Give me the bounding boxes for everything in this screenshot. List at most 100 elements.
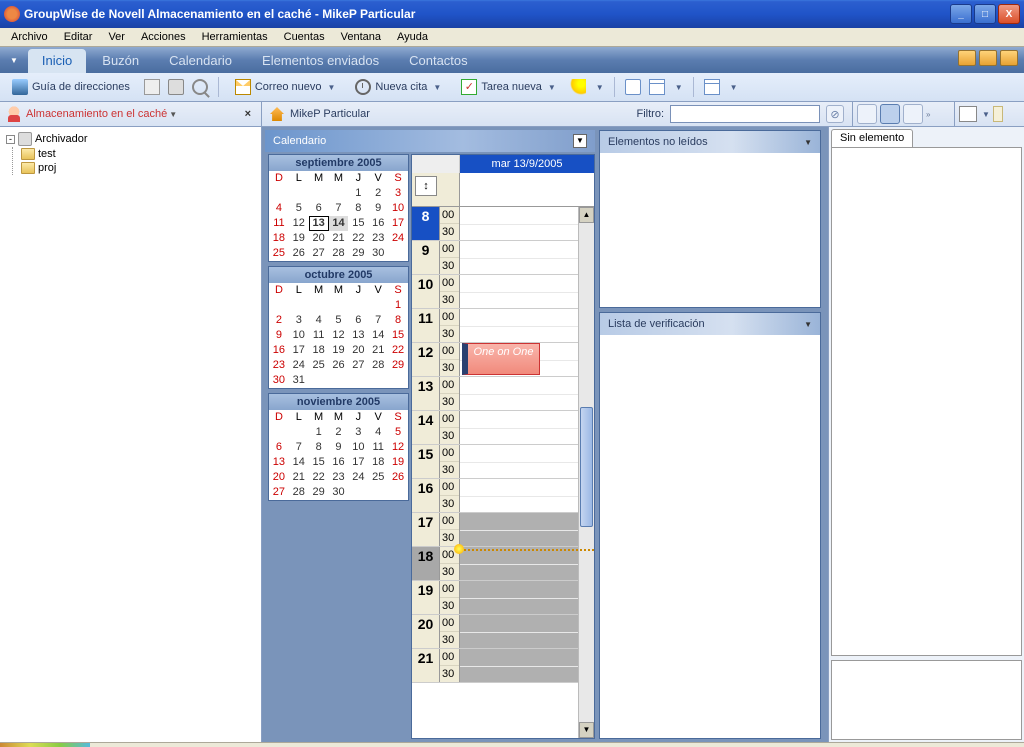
- day-cell[interactable]: 25: [368, 470, 388, 485]
- day-cell[interactable]: 3: [348, 425, 368, 440]
- hour-slot[interactable]: [460, 309, 594, 342]
- chevron-down-icon[interactable]: ▼: [328, 83, 336, 92]
- day-cell[interactable]: 10: [348, 440, 368, 455]
- menu-ayuda[interactable]: Ayuda: [390, 29, 435, 45]
- menu-cuentas[interactable]: Cuentas: [277, 29, 332, 45]
- day-cell[interactable]: 4: [309, 313, 329, 328]
- day-cell[interactable]: 10: [388, 201, 408, 216]
- day-cell[interactable]: 19: [289, 231, 309, 246]
- day-cell[interactable]: 9: [269, 328, 289, 343]
- day-cell[interactable]: 3: [388, 186, 408, 201]
- preview-tab[interactable]: Sin elemento: [831, 129, 913, 147]
- unread-panel-header[interactable]: Elementos no leídos ▼: [600, 131, 820, 153]
- addressbook-button[interactable]: Guía de direcciones: [6, 76, 136, 98]
- tree-root[interactable]: - Archivador: [4, 131, 257, 147]
- menu-ver[interactable]: Ver: [101, 29, 132, 45]
- day-cell[interactable]: 16: [368, 216, 388, 231]
- day-cell[interactable]: 26: [388, 470, 408, 485]
- view-icon-3[interactable]: [1000, 50, 1018, 66]
- day-cell[interactable]: 3: [289, 313, 309, 328]
- tool-3[interactable]: [903, 104, 923, 124]
- calendar-dropdown[interactable]: ▼: [573, 134, 587, 148]
- day-cell[interactable]: 24: [388, 231, 408, 246]
- day-cell[interactable]: 17: [388, 216, 408, 231]
- day-cell[interactable]: 21: [329, 231, 349, 246]
- chevron-down-icon[interactable]: ▼: [982, 110, 990, 119]
- appointment[interactable]: One on One: [462, 343, 540, 375]
- hour-slot[interactable]: [460, 581, 594, 614]
- day-cell[interactable]: 22: [388, 343, 408, 358]
- day-cell[interactable]: 17: [348, 455, 368, 470]
- day-cell[interactable]: 5: [329, 313, 349, 328]
- day-cell[interactable]: 25: [309, 358, 329, 373]
- day-cell[interactable]: 30: [269, 373, 289, 388]
- day-cell[interactable]: 8: [388, 313, 408, 328]
- day-cell[interactable]: 23: [368, 231, 388, 246]
- hour-slot[interactable]: [460, 241, 594, 274]
- tab-buzon[interactable]: Buzón: [88, 49, 153, 73]
- day-cell[interactable]: 28: [289, 485, 309, 500]
- day-cell[interactable]: 1: [309, 425, 329, 440]
- hour-slot[interactable]: [460, 615, 594, 648]
- chevron-down-icon[interactable]: ▼: [804, 138, 812, 147]
- time-grid[interactable]: 8003090030100030110030120030130030140030…: [412, 207, 594, 738]
- new-mail-button[interactable]: Correo nuevo ▼: [229, 76, 342, 98]
- day-cell[interactable]: 7: [329, 201, 349, 216]
- hour-slot[interactable]: [460, 207, 594, 240]
- menu-archivo[interactable]: Archivo: [4, 29, 55, 45]
- chevron-down-icon[interactable]: ▼: [675, 83, 683, 92]
- menu-herramientas[interactable]: Herramientas: [195, 29, 275, 45]
- day-cell[interactable]: 7: [368, 313, 388, 328]
- day-cell[interactable]: 20: [309, 231, 329, 246]
- day-cell[interactable]: 9: [368, 201, 388, 216]
- day-cell[interactable]: 16: [269, 343, 289, 358]
- nav-dropdown-icon[interactable]: ▼: [10, 56, 18, 65]
- hour-slot[interactable]: [460, 649, 594, 682]
- card-icon[interactable]: [144, 79, 160, 95]
- day-cell[interactable]: 13: [309, 216, 329, 231]
- tab-inicio[interactable]: Inicio: [28, 49, 86, 73]
- scroll-up-icon[interactable]: ▲: [579, 207, 594, 223]
- day-cell[interactable]: 13: [269, 455, 289, 470]
- mode-selector[interactable]: Almacenamiento en el caché ▼ ×: [0, 102, 262, 127]
- day-cell[interactable]: 5: [388, 425, 408, 440]
- day-cell[interactable]: 18: [309, 343, 329, 358]
- hour-slot[interactable]: [460, 377, 594, 410]
- day-cell[interactable]: 8: [348, 201, 368, 216]
- day-cell[interactable]: 11: [368, 440, 388, 455]
- menu-editar[interactable]: Editar: [57, 29, 100, 45]
- day-cell[interactable]: 23: [329, 470, 349, 485]
- day-cell[interactable]: 20: [348, 343, 368, 358]
- filter-input[interactable]: [670, 105, 820, 123]
- day-cell[interactable]: 6: [348, 313, 368, 328]
- day-cell[interactable]: 15: [309, 455, 329, 470]
- day-cell[interactable]: 30: [368, 246, 388, 261]
- day-cell[interactable]: 8: [309, 440, 329, 455]
- day-cell[interactable]: 1: [388, 298, 408, 313]
- day-cell[interactable]: 5: [289, 201, 309, 216]
- chevron-down-icon[interactable]: ▼: [433, 83, 441, 92]
- view-icon-2[interactable]: [979, 50, 997, 66]
- day-cell[interactable]: 29: [388, 358, 408, 373]
- close-button[interactable]: X: [998, 4, 1020, 24]
- tree-item-test[interactable]: test: [19, 147, 257, 161]
- day-cell[interactable]: 2: [329, 425, 349, 440]
- tool-2[interactable]: [880, 104, 900, 124]
- checklist-panel-header[interactable]: Lista de verificación ▼: [600, 313, 820, 335]
- day-cell[interactable]: 17: [289, 343, 309, 358]
- day-cell[interactable]: 21: [289, 470, 309, 485]
- day-cell[interactable]: 30: [329, 485, 349, 500]
- collapse-icon[interactable]: -: [6, 135, 15, 144]
- hour-slot[interactable]: [460, 275, 594, 308]
- hour-slot[interactable]: [460, 479, 594, 512]
- day-cell[interactable]: 11: [309, 328, 329, 343]
- hour-slot[interactable]: [460, 445, 594, 478]
- day-cell[interactable]: 15: [348, 216, 368, 231]
- day-cell[interactable]: 26: [289, 246, 309, 261]
- search-icon[interactable]: [192, 79, 208, 95]
- scroll-thumb[interactable]: [580, 407, 593, 527]
- day-cell[interactable]: 22: [309, 470, 329, 485]
- day-cell[interactable]: 14: [368, 328, 388, 343]
- day-cell[interactable]: 13: [348, 328, 368, 343]
- tab-elementos-enviados[interactable]: Elementos enviados: [248, 49, 393, 73]
